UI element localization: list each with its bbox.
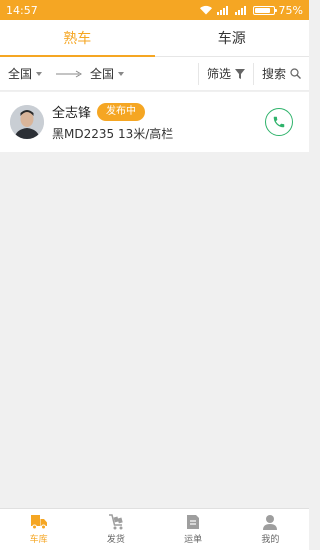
nav-label: 我的: [261, 535, 280, 545]
list-item[interactable]: 全志锋 发布中 黑MD2235 13米/高栏: [0, 92, 309, 152]
nav-label: 运单: [184, 535, 203, 545]
truck-info: 黑MD2235 13米/高栏: [52, 127, 174, 141]
caret-down-icon: [36, 71, 43, 76]
item-header: 全志锋 发布中: [52, 102, 265, 121]
driver-name: 全志锋: [52, 106, 92, 121]
avatar: [10, 105, 44, 139]
user-icon: [263, 515, 278, 530]
destination-select[interactable]: 全国: [90, 65, 125, 82]
status-time: 14:57: [6, 3, 38, 17]
nav-garage[interactable]: 车库: [0, 509, 77, 550]
filter-label: 筛选: [206, 67, 231, 81]
nav-label: 发货: [106, 535, 125, 545]
search-button[interactable]: 搜索: [252, 62, 309, 85]
filter-bar: 全国 全国 筛选 搜索: [0, 57, 309, 91]
status-badge: 发布中: [97, 102, 146, 121]
battery-icon: [252, 5, 277, 15]
signal-icon: [216, 6, 228, 15]
tab-familiar-trucks[interactable]: 熟车: [0, 20, 155, 57]
signal-icon-2: [234, 6, 246, 15]
wifi-icon: [199, 5, 212, 15]
origin-select[interactable]: 全国: [8, 65, 43, 82]
caret-down-icon: [118, 71, 125, 76]
status-indicators: 75%: [199, 4, 303, 17]
search-label: 搜索: [261, 67, 286, 81]
top-tabs: 熟车 车源: [0, 20, 309, 57]
nav-label: 车库: [29, 535, 48, 545]
nav-mine[interactable]: 我的: [232, 509, 309, 550]
phone-icon: [273, 116, 285, 128]
status-bar: 14:57 75%: [0, 0, 309, 20]
item-details: 全志锋 发布中 黑MD2235 13米/高栏: [52, 102, 265, 142]
nav-waybill[interactable]: 运单: [155, 509, 232, 550]
truck-icon: [30, 515, 47, 530]
nav-ship[interactable]: 发货: [77, 509, 154, 550]
destination-label: 全国: [90, 67, 115, 81]
battery-percent: 75%: [278, 3, 303, 17]
tab-truck-source[interactable]: 车源: [155, 20, 310, 56]
filter-button[interactable]: 筛选: [197, 62, 253, 85]
search-icon: [290, 68, 301, 79]
call-button[interactable]: [265, 108, 293, 136]
bottom-nav: 车库 发货 运单 我的: [0, 508, 309, 550]
funnel-icon: [234, 68, 245, 79]
route-arrow-icon: [56, 70, 82, 78]
waybill-icon: [187, 515, 200, 529]
cart-icon: [108, 514, 123, 530]
origin-label: 全国: [8, 67, 33, 81]
